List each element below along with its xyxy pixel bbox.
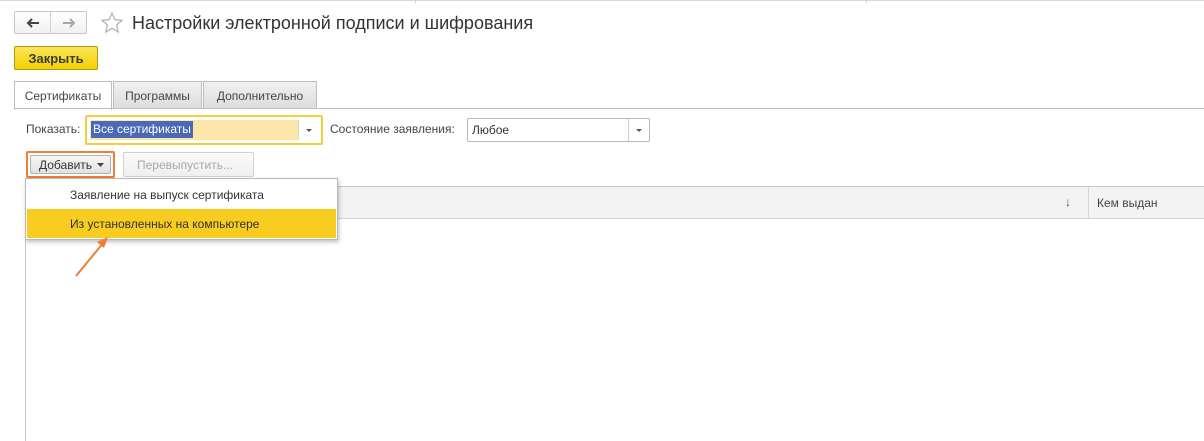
tab-certificates[interactable]: Сертификаты: [14, 81, 112, 110]
sort-indicator[interactable]: ↓: [1065, 195, 1071, 209]
tab-bar: Сертификаты Программы Дополнительно: [14, 81, 318, 110]
border-tick: [415, 0, 416, 3]
star-icon[interactable]: [100, 11, 124, 35]
show-filter-select[interactable]: Все сертификаты: [85, 115, 323, 145]
add-button[interactable]: Добавить: [26, 151, 115, 178]
forward-button[interactable]: [50, 12, 86, 33]
arrow-left-icon: [26, 17, 39, 28]
add-button-face: Добавить: [30, 155, 111, 174]
chevron-down-icon: [636, 128, 642, 132]
add-button-label: Добавить: [39, 157, 93, 172]
state-filter-select[interactable]: Любое: [467, 118, 650, 142]
annotation-arrow-icon: [75, 237, 108, 277]
back-button[interactable]: [15, 12, 50, 33]
reissue-button[interactable]: Перевыпустить...: [123, 152, 254, 177]
tab-programs[interactable]: Программы: [113, 81, 202, 109]
window-top-border: [0, 0, 1204, 3]
tab-additional[interactable]: Дополнительно: [203, 81, 317, 109]
menu-item-certificate-request[interactable]: Заявление на выпуск сертификата: [27, 180, 336, 209]
add-dropdown-menu: Заявление на выпуск сертификата Из устан…: [25, 178, 338, 240]
show-filter-value: Все сертификаты: [91, 121, 193, 138]
show-filter-dropdown[interactable]: [298, 120, 318, 140]
page-title: Настройки электронной подписи и шифрован…: [132, 13, 534, 33]
chevron-down-icon: [305, 128, 312, 132]
state-filter-dropdown[interactable]: [628, 119, 649, 141]
column-header-issuer[interactable]: Кем выдан: [1097, 196, 1158, 210]
show-label: Показать:: [26, 122, 81, 136]
arrow-right-icon: [62, 17, 75, 28]
tab-divider: [14, 108, 1204, 109]
chevron-down-icon: [97, 162, 105, 167]
column-separator: [1088, 187, 1089, 219]
state-label: Состояние заявления:: [330, 122, 455, 136]
border-tick: [866, 0, 867, 3]
state-filter-value: Любое: [472, 123, 510, 137]
navigation-buttons: [14, 11, 87, 34]
close-button[interactable]: Закрыть: [14, 46, 98, 70]
